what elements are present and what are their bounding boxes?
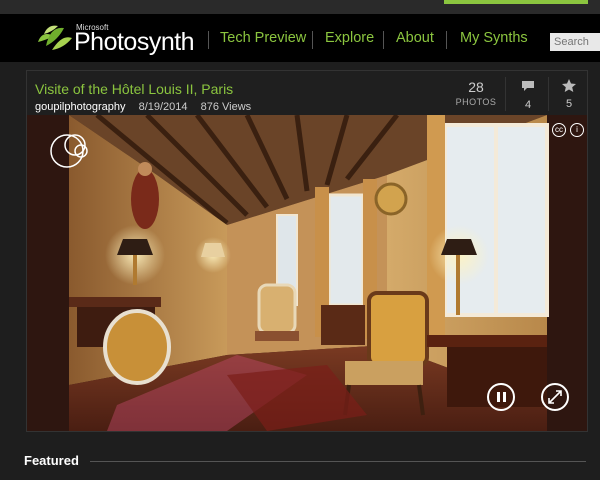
photos-count: 28 bbox=[468, 79, 484, 95]
fullscreen-icon bbox=[548, 390, 562, 404]
synth-viewer[interactable]: cc i bbox=[27, 115, 587, 431]
photosynth-wordmark: Photosynth bbox=[74, 28, 195, 56]
comments-stat[interactable]: 4 bbox=[513, 79, 543, 111]
nav-separator bbox=[208, 31, 209, 49]
nav-about[interactable]: About bbox=[396, 30, 434, 46]
synth-meta: goupilphotography 8/19/2014 876 Views bbox=[35, 101, 261, 113]
comments-count: 4 bbox=[524, 99, 532, 111]
favorites-stat[interactable]: 5 bbox=[554, 79, 584, 110]
synth-views: 876 Views bbox=[200, 101, 252, 113]
favorites-count: 5 bbox=[565, 98, 573, 110]
star-icon bbox=[562, 79, 576, 92]
synth-card: Visite of the Hôtel Louis II, Paris goup… bbox=[26, 70, 588, 432]
nav-tech-preview[interactable]: Tech Preview bbox=[220, 30, 306, 46]
navbar: Microsoft Photosynth Tech Preview Explor… bbox=[0, 14, 600, 62]
stat-separator bbox=[548, 77, 549, 111]
nav-circles-icon[interactable] bbox=[45, 129, 93, 169]
synth-header: Visite of the Hôtel Louis II, Paris goup… bbox=[27, 71, 587, 115]
search-input[interactable] bbox=[550, 33, 600, 51]
nav-separator bbox=[383, 31, 384, 49]
photos-label: PHOTOS bbox=[455, 97, 497, 107]
cc-icon[interactable]: cc bbox=[552, 123, 566, 137]
nav-explore[interactable]: Explore bbox=[325, 30, 374, 46]
accent-bar bbox=[444, 0, 588, 4]
nav-my-synths[interactable]: My Synths bbox=[460, 30, 528, 46]
pause-button[interactable] bbox=[487, 383, 515, 411]
synth-date: 8/19/2014 bbox=[138, 101, 188, 113]
comment-icon bbox=[522, 81, 534, 91]
photos-stat: 28 PHOTOS bbox=[451, 79, 501, 107]
synth-user[interactable]: goupilphotography bbox=[35, 101, 126, 113]
leaf-logo-icon bbox=[38, 25, 72, 50]
synth-title[interactable]: Visite of the Hôtel Louis II, Paris bbox=[35, 81, 233, 97]
nav-separator bbox=[312, 31, 313, 49]
stat-separator bbox=[505, 77, 506, 111]
featured-heading: Featured bbox=[24, 453, 79, 468]
featured-divider bbox=[90, 461, 586, 462]
fullscreen-button[interactable] bbox=[541, 383, 569, 411]
nav-separator bbox=[446, 31, 447, 49]
photosynth-logo[interactable]: Microsoft Photosynth bbox=[36, 20, 196, 56]
info-icon[interactable]: i bbox=[570, 123, 584, 137]
